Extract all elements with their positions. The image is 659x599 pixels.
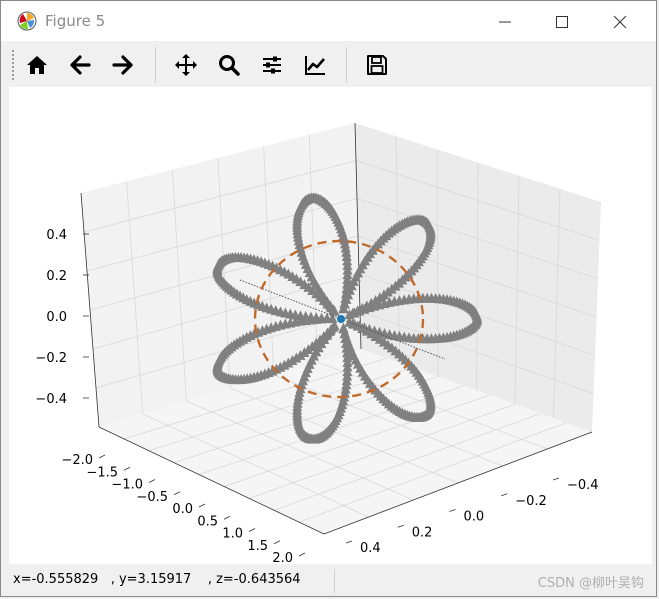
figure-canvas[interactable]: 0.4 0.2 0.0 −0.2 −0.4 −2.0 −1.5 −1.0 −0.5 0.0 0.5 1… [9,87,652,566]
close-icon [613,15,627,29]
back-button[interactable] [64,49,96,81]
toolbar-grip[interactable] [11,49,15,81]
cursor-coordinates: x=-0.555829 , y=3.15917 , z=-0.643564 [13,572,301,587]
close-button[interactable] [607,9,633,35]
zoom-button[interactable] [213,49,245,81]
save-button[interactable] [361,49,393,81]
x-tick-mark [273,540,281,545]
y-tick-label: 0.4 [360,541,381,556]
subplots-config-icon [263,56,281,74]
x-tick-mark [173,491,181,496]
y-tick-mark [397,524,404,528]
watermark: CSDN @柳叶吴钩 [537,576,644,591]
y-tick-label: 0.2 [412,525,433,540]
maximize-icon [556,16,568,28]
x-tick-label: 0.5 [197,514,218,529]
x-tick-label: 0.0 [172,502,193,517]
pan-icon [175,54,197,76]
title-bar: Figure 5 [1,1,656,41]
y-tick-mark [449,509,456,512]
status-bar: x=-0.555829 , y=3.15917 , z=-0.643564 CS… [1,566,656,596]
home-button[interactable] [21,49,53,81]
toolbar-separator [155,47,156,83]
toolbar-separator [346,47,347,83]
x-tick-label: −0.5 [136,490,168,505]
pan-button[interactable] [170,49,202,81]
edit-axes-icon [305,56,325,75]
configure-subplots-button[interactable] [256,49,288,81]
navigation-toolbar [9,43,652,87]
minimize-icon [499,21,511,23]
maximize-button[interactable] [549,9,575,35]
y-tick-label: −0.2 [515,494,547,509]
x-tick-label: 1.0 [222,527,243,542]
x-tick-label: 2.0 [272,551,293,564]
forward-button[interactable] [107,49,139,81]
3d-axes[interactable]: 0.40.20.0−0.2−0.4−2.0−1.5−1.0−0.50.00.51… [9,87,652,566]
x-tick-mark [198,503,206,508]
forward-arrow-icon [112,55,133,75]
x-tick-mark [98,454,106,459]
z-tick-label: 0.2 [46,269,67,284]
center-point [337,315,345,323]
z-tick-label: 0.4 [46,228,67,243]
x-tick-mark [148,479,156,483]
figure-window: Figure 5 0.4 0.2 0.0 −0.2 −0.4 −2.0 −1.5… [0,0,657,597]
x-tick-mark [298,552,306,557]
edit-axes-button[interactable] [299,49,331,81]
home-icon [27,56,47,74]
back-arrow-icon [70,55,91,75]
x-tick-mark [123,466,131,471]
save-icon [367,55,387,75]
y-tick-label: 0.0 [464,510,485,525]
minimize-button[interactable] [492,9,518,35]
z-tick-label: −0.4 [35,392,67,407]
y-tick-label: −0.4 [567,478,599,493]
x-tick-mark [248,528,256,532]
y-tick-mark [501,493,508,497]
status-divider [334,569,335,593]
zoom-icon [219,55,240,76]
x-tick-label: 1.5 [247,539,268,554]
y-tick-mark [552,477,560,481]
y-tick-mark [345,540,353,544]
matplotlib-app-icon [17,11,37,31]
z-tick-label: −0.2 [35,351,67,366]
z-tick-label: 0.0 [46,310,67,325]
x-tick-mark [223,515,231,520]
window-title: Figure 5 [45,12,106,30]
